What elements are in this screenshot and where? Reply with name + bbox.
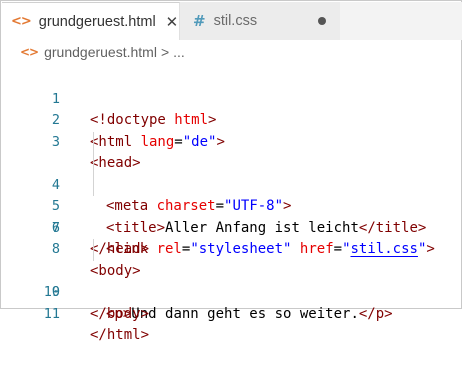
indent-guide xyxy=(93,131,94,153)
tab-bar: <> grundgeruest.html ✕ # stil.css xyxy=(2,2,462,40)
tab-label: grundgeruest.html xyxy=(38,13,156,30)
code-line: 4 <meta charset="UTF-8"> xyxy=(2,131,462,214)
breadcrumb-file[interactable]: grundgeruest.html xyxy=(44,44,157,60)
code-line: 1 <!doctype html> xyxy=(2,67,462,129)
code-token: </body> xyxy=(90,305,150,322)
indent-guide xyxy=(93,174,94,196)
code-text: </html> xyxy=(90,325,149,347)
code-line: 7 </head> xyxy=(2,196,462,258)
breadcrumb: <> grundgeruest.html > ... xyxy=(2,40,462,64)
html-file-icon: <> xyxy=(20,45,39,59)
editor-window: <> grundgeruest.html ✕ # stil.css <> gru… xyxy=(0,0,462,344)
breadcrumb-more[interactable]: ... xyxy=(173,44,185,60)
code-line: 10 </body> xyxy=(2,261,462,322)
code-line: 6 <link rel="stylesheet" href="stil.css"… xyxy=(2,174,462,257)
css-file-icon: # xyxy=(193,12,206,30)
html-file-icon: <> xyxy=(11,14,32,29)
code-line: 11 </html> xyxy=(2,282,462,344)
code-line: 9 <p>Und dann geht es so weiter.</p> xyxy=(2,239,462,322)
code-line: 2 <html lang="de"> xyxy=(2,89,462,150)
code-line: 8 <body> xyxy=(2,218,462,279)
code-token: </html> xyxy=(90,327,150,343)
unsaved-changes-dot-icon[interactable] xyxy=(318,17,326,25)
code-token: </p> xyxy=(358,305,393,322)
line-number: 11 xyxy=(43,305,60,322)
tab-label: stil.css xyxy=(213,13,258,29)
code-editor[interactable]: 1 <!doctype html> 2 <html lang="de"> 3 <… xyxy=(2,67,462,344)
code-line: 3 <head> xyxy=(2,110,462,172)
code-token: Und dann geht es so weiter. xyxy=(131,305,359,322)
tab-stil-css[interactable]: # stil.css xyxy=(180,2,340,40)
close-icon[interactable]: ✕ xyxy=(166,13,179,31)
code-text: </body> xyxy=(90,304,149,326)
breadcrumb-separator: > xyxy=(160,44,170,60)
indent-guide xyxy=(93,153,94,175)
code-line: 5 <title>Aller Anfang ist leicht</title> xyxy=(2,153,462,236)
indent-guide xyxy=(93,239,94,261)
tab-grundgeruest-html[interactable]: <> grundgeruest.html ✕ xyxy=(2,2,180,40)
